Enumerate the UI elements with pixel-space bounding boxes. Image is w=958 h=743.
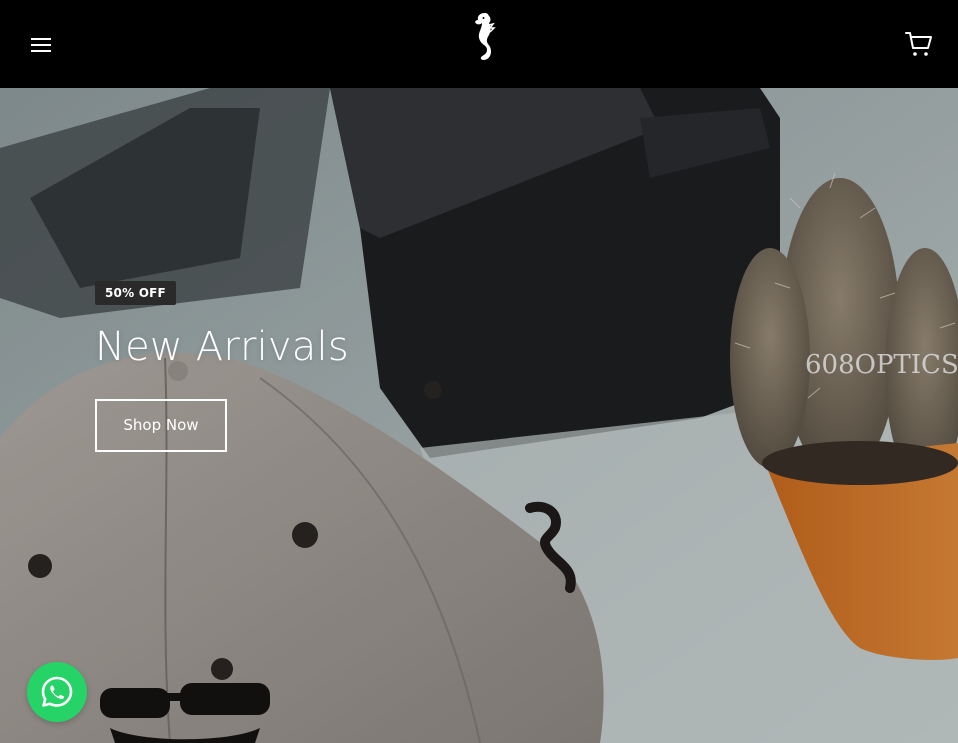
hero-title: New Arrivals <box>95 324 349 370</box>
shop-now-button[interactable]: Shop Now <box>95 399 227 452</box>
hamburger-menu-icon[interactable] <box>29 33 53 57</box>
whatsapp-button[interactable] <box>27 662 87 722</box>
shopping-cart-icon[interactable] <box>904 29 934 59</box>
page: 608OPTICS 50% OFF New Arrivals Shop Now <box>0 0 958 743</box>
discount-badge: 50% OFF <box>95 281 176 305</box>
whatsapp-icon <box>41 676 73 707</box>
hero-banner: 608OPTICS 50% OFF New Arrivals Shop Now <box>0 88 958 743</box>
hero-content: 50% OFF New Arrivals Shop Now <box>95 281 349 452</box>
site-header <box>0 0 958 88</box>
seahorse-logo[interactable] <box>470 10 500 62</box>
